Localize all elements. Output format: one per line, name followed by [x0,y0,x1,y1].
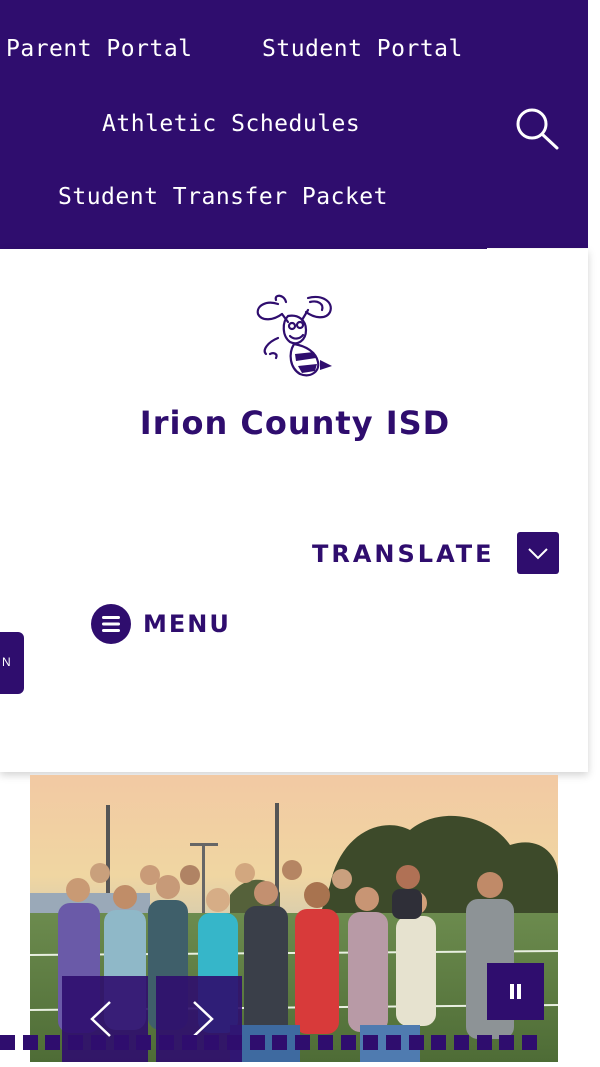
student-transfer-packet-link[interactable]: Student Transfer Packet [58,184,388,210]
site-title[interactable]: Irion County ISD [0,404,589,442]
slideshow-dot[interactable] [431,1035,447,1050]
slideshow-dot[interactable] [295,1035,311,1050]
parent-portal-link[interactable]: Parent Portal [6,36,193,62]
slideshow-dot[interactable] [181,1035,197,1050]
slideshow-dot[interactable] [0,1035,15,1050]
slideshow-pause-button[interactable] [487,963,544,1020]
slideshow-dot[interactable] [90,1035,106,1050]
slideshow-dot[interactable] [499,1035,515,1050]
slideshow-dot[interactable] [45,1035,61,1050]
menu-label[interactable]: MENU [143,610,231,638]
hornet-mascot-logo[interactable] [248,292,340,384]
slideshow-dot[interactable] [136,1035,152,1050]
slideshow-dot[interactable] [272,1035,288,1050]
slideshow-dot[interactable] [476,1035,492,1050]
athletic-schedules-link[interactable]: Athletic Schedules [102,111,360,137]
side-tab-button[interactable]: N [0,632,24,694]
translate-label[interactable]: TRANSLATE [312,540,495,568]
translate-dropdown-button[interactable] [517,532,559,574]
slideshow-dot[interactable] [158,1035,174,1050]
chevron-down-icon [528,548,548,560]
search-icon[interactable] [512,104,560,152]
slideshow-dot[interactable] [363,1035,379,1050]
slideshow-dot[interactable] [454,1035,469,1050]
menu-button[interactable] [91,604,131,644]
slideshow-dot[interactable] [385,1035,401,1050]
slideshow-dot[interactable] [340,1035,356,1050]
slideshow-dot[interactable] [227,1035,242,1050]
slideshow-dot[interactable] [68,1035,84,1050]
pause-icon [510,984,521,999]
side-tab-label: N [2,655,11,669]
slideshow-dot[interactable] [249,1035,265,1050]
slideshow-dot[interactable] [22,1035,38,1050]
slideshow-dot[interactable] [408,1035,424,1050]
utility-nav-bar: Parent Portal Student Portal Athletic Sc… [0,0,588,248]
slideshow-dot[interactable] [317,1035,333,1050]
slideshow-dot[interactable] [522,1035,538,1050]
slideshow-dot[interactable] [113,1035,129,1050]
slideshow-dot[interactable] [204,1035,220,1050]
hamburger-icon [102,616,120,632]
student-portal-link[interactable]: Student Portal [262,36,463,62]
